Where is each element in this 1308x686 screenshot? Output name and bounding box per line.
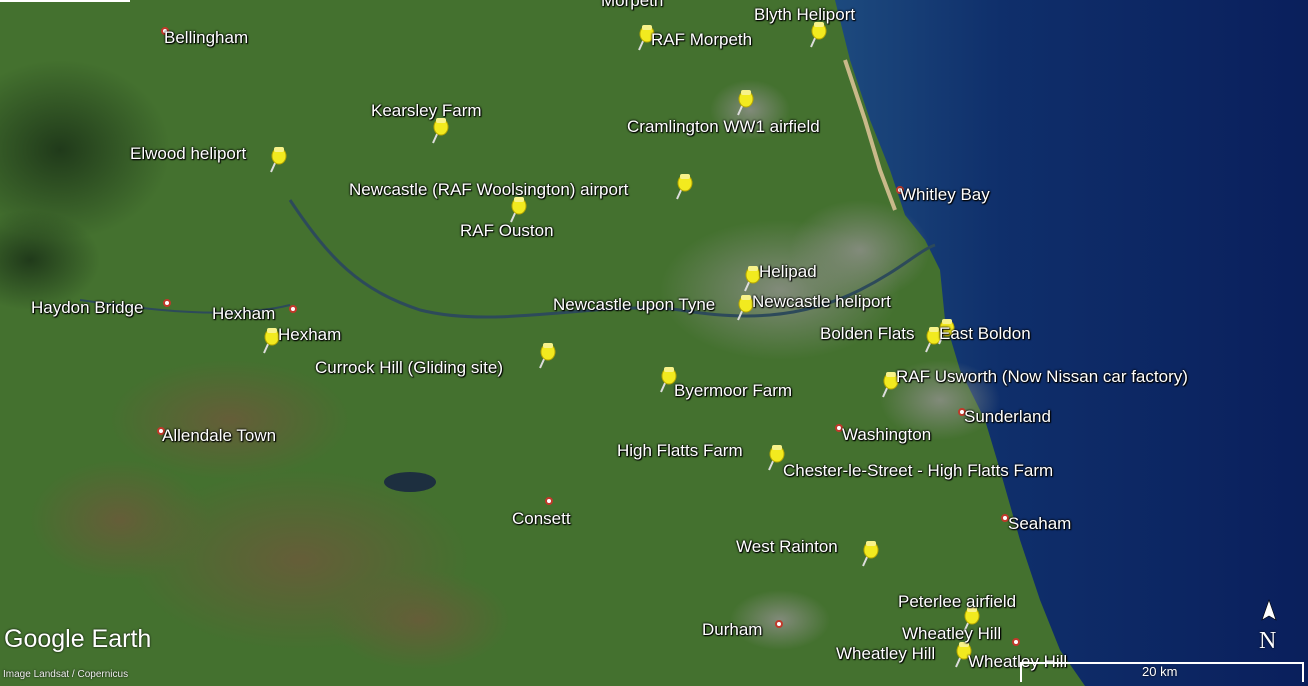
- scale-bar-label: 20 km: [1142, 664, 1178, 679]
- town-dot-consett: [545, 497, 553, 505]
- pushpin-icon[interactable]: [858, 539, 880, 569]
- placemark-label-currock-hill[interactable]: Currock Hill (Gliding site): [315, 358, 503, 378]
- town-label-hexham[interactable]: Hexham: [212, 304, 275, 324]
- placemark-label-hexham[interactable]: Hexham: [278, 325, 341, 345]
- town-dot-wheatley: [1012, 638, 1020, 646]
- pushpin-icon[interactable]: [535, 341, 557, 371]
- placemark-label-cramlington[interactable]: Cramlington WW1 airfield: [627, 117, 820, 137]
- town-label-whitley-bay[interactable]: Whitley Bay: [900, 185, 990, 205]
- placemark-label-wheatley-hill-1[interactable]: Wheatley Hill: [902, 624, 1001, 644]
- placemark-label-elwood-heliport[interactable]: Elwood heliport: [130, 144, 246, 164]
- top-edge-bar: [0, 0, 130, 2]
- placemark-label-raf-morpeth[interactable]: RAF Morpeth: [651, 30, 752, 50]
- placemark-label-peterlee[interactable]: Peterlee airfield: [898, 592, 1016, 612]
- town-label-seaham[interactable]: Seaham: [1008, 514, 1071, 534]
- town-label-consett[interactable]: Consett: [512, 509, 571, 529]
- town-label-newcastle[interactable]: Newcastle upon Tyne: [553, 295, 715, 315]
- satellite-map[interactable]: [0, 0, 1308, 686]
- placemark-label-raf-ouston[interactable]: RAF Ouston: [460, 221, 554, 241]
- town-label-morpeth[interactable]: Morpeth: [601, 0, 663, 11]
- pushpin-icon[interactable]: [266, 145, 288, 175]
- placemark-label-chester-le-street[interactable]: Chester-le-Street - High Flatts Farm: [783, 461, 1053, 481]
- town-label-allendale[interactable]: Allendale Town: [162, 426, 276, 446]
- town-label-sunderland[interactable]: Sunderland: [964, 407, 1051, 427]
- north-letter: N: [1259, 628, 1277, 654]
- placemark-label-raf-usworth[interactable]: RAF Usworth (Now Nissan car factory): [896, 367, 1188, 387]
- placemark-label-helipad[interactable]: Helipad: [759, 262, 817, 282]
- placemark-label-newcastle-airport[interactable]: Newcastle (RAF Woolsington) airport: [349, 180, 628, 200]
- placemark-label-byermoor-farm[interactable]: Byermoor Farm: [674, 381, 792, 401]
- pushpin-icon[interactable]: [672, 172, 694, 202]
- town-dot-hexham: [289, 305, 297, 313]
- town-dot-haydon-bridge: [163, 299, 171, 307]
- placemark-label-west-rainton[interactable]: West Rainton: [736, 537, 838, 557]
- placemark-label-bolden-flats[interactable]: Bolden Flats: [820, 324, 915, 344]
- placemark-label-blyth-heliport[interactable]: Blyth Heliport: [754, 5, 855, 25]
- town-label-bellingham[interactable]: Bellingham: [164, 28, 248, 48]
- placemark-label-newcastle-heliport[interactable]: Newcastle heliport: [752, 292, 891, 312]
- town-label-washington[interactable]: Washington: [842, 425, 931, 445]
- town-dot-durham: [775, 620, 783, 628]
- placemark-label-east-boldon[interactable]: East Boldon: [939, 324, 1031, 344]
- placemark-label-wheatley-hill-2[interactable]: Wheatley Hill: [836, 644, 935, 664]
- town-label-durham[interactable]: Durham: [702, 620, 762, 640]
- google-earth-logo: Google Earth: [4, 625, 152, 653]
- pushpin-icon[interactable]: [733, 88, 755, 118]
- town-label-haydon-bridge[interactable]: Haydon Bridge: [31, 298, 143, 318]
- imagery-credit: Image Landsat / Copernicus: [3, 669, 129, 680]
- placemark-label-high-flatts-farm[interactable]: High Flatts Farm: [617, 441, 743, 461]
- placemark-label-kearsley-farm[interactable]: Kearsley Farm: [371, 101, 482, 121]
